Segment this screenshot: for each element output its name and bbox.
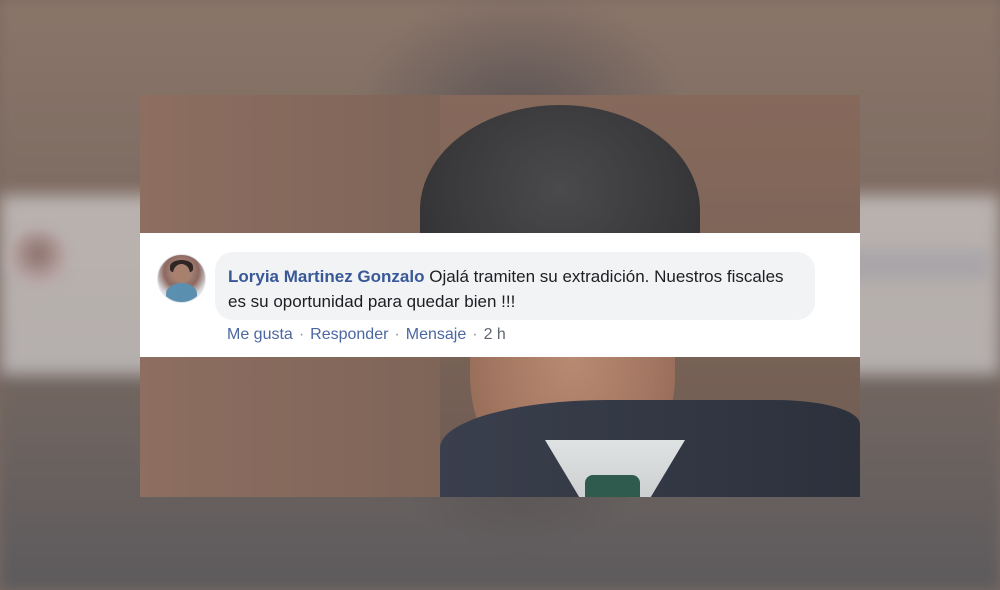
message-link[interactable]: Mensaje xyxy=(406,326,466,343)
comment-actions: Me gusta · Responder · Mensaje · 2 h xyxy=(227,326,506,344)
comment-bubble: Loryia Martinez Gonzalo Ojalá tramiten s… xyxy=(215,252,815,320)
blurred-background-avatar xyxy=(8,230,68,290)
timestamp[interactable]: 2 h xyxy=(484,326,506,343)
avatar-body xyxy=(166,283,197,302)
separator-dot: · xyxy=(298,326,305,343)
like-link[interactable]: Me gusta xyxy=(227,326,293,343)
comment-card: Loryia Martinez Gonzalo Ojalá tramiten s… xyxy=(140,233,860,357)
avatar[interactable] xyxy=(157,254,206,303)
separator-dot: · xyxy=(394,326,400,343)
reply-link[interactable]: Responder xyxy=(310,326,388,343)
photo-tie xyxy=(585,475,640,497)
separator-dot: · xyxy=(472,326,478,343)
comment-author-link[interactable]: Loryia Martinez Gonzalo xyxy=(228,267,424,286)
avatar-head xyxy=(173,264,190,283)
